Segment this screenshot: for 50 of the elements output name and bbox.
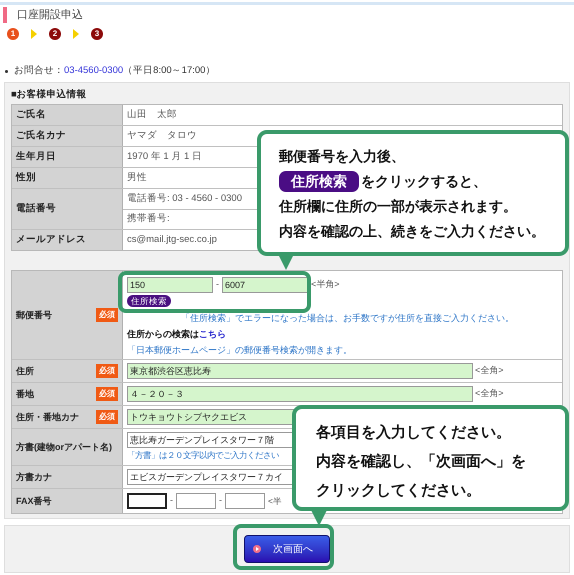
step-indicator: 1 bbox=[7, 28, 19, 40]
page-title: 口座開設申込 bbox=[17, 8, 83, 23]
field-label: 住所・番地カナ bbox=[16, 411, 79, 423]
field-label: ご氏名カナ bbox=[16, 128, 66, 143]
callout-text: 内容を確認の上、続きをご入力ください。 bbox=[279, 222, 546, 241]
required-badge: 必須 bbox=[96, 308, 118, 322]
separator-text: - bbox=[170, 494, 173, 508]
field-label: 生年月日 bbox=[16, 150, 56, 164]
field-value: 男性 bbox=[127, 170, 147, 185]
required-badge: 必須 bbox=[96, 364, 118, 378]
help-text: 「住所検索」でエラーになった場合は、お手数ですが住所を直接ご入力ください。 bbox=[180, 312, 515, 325]
field-value: cs@mail.jtg-sec.co.jp bbox=[127, 232, 217, 247]
section-title: ■お客様申込情報 bbox=[11, 89, 88, 102]
callout-text: 住所欄に住所の一部が表示されます。 bbox=[279, 197, 518, 216]
field-value: 1970 年 1 月 1 日 bbox=[127, 150, 202, 164]
unit-hint: <半角> bbox=[311, 278, 340, 292]
field-value: 携帯番号: bbox=[127, 212, 170, 226]
field-label: メールアドレス bbox=[16, 232, 86, 247]
field-value: 山田 太郎 bbox=[127, 108, 177, 122]
field-value: 電話番号: 03 - 4560 - 0300 bbox=[127, 192, 242, 206]
callout-text: 各項目を入力してください。 bbox=[316, 423, 512, 443]
callout-text: 内容を確認し、「次画面へ」を bbox=[316, 452, 527, 472]
field-label: FAX番号 bbox=[16, 495, 52, 507]
required-badge: 必須 bbox=[96, 410, 118, 424]
field-label: 住所 bbox=[16, 365, 34, 377]
required-badge: 必須 bbox=[96, 387, 118, 401]
callout-text: クリックしてください。 bbox=[316, 481, 482, 501]
field-label: 方書カナ bbox=[16, 471, 52, 483]
step-indicator: 2 bbox=[49, 28, 61, 40]
separator-text: - bbox=[219, 494, 222, 508]
help-text: 「方書」は２０文字以内でご入力ください bbox=[127, 450, 279, 460]
field-label: 性別 bbox=[16, 170, 36, 185]
field-label: 方書(建物orアパート名) bbox=[16, 441, 112, 453]
field-value: ヤマダ タロウ bbox=[127, 128, 197, 143]
unit-hint: <全角> bbox=[475, 387, 504, 400]
callout-text: 郵便番号を入力後、 bbox=[279, 147, 406, 166]
field-label: 郵便番号 bbox=[16, 309, 52, 321]
pill-label: 住所検索 bbox=[279, 171, 359, 192]
step-indicator: 3 bbox=[91, 28, 103, 40]
search-label: 住所からの検索は bbox=[127, 328, 199, 341]
field-label: 電話番号 bbox=[16, 202, 56, 216]
callout-text: をクリックすると、 bbox=[361, 172, 487, 191]
contact-label: お問合せ： bbox=[14, 64, 64, 78]
unit-hint: <半 bbox=[268, 494, 282, 508]
contact-hours: （平日8:00～17:00） bbox=[123, 64, 216, 78]
field-label: ご氏名 bbox=[16, 108, 46, 122]
help-text: 「日本郵便ホームページ」の郵便番号検索が開きます。 bbox=[127, 344, 353, 357]
unit-hint: <全角> bbox=[475, 364, 504, 378]
field-label: 番地 bbox=[16, 388, 34, 400]
separator-text: - bbox=[216, 278, 219, 292]
